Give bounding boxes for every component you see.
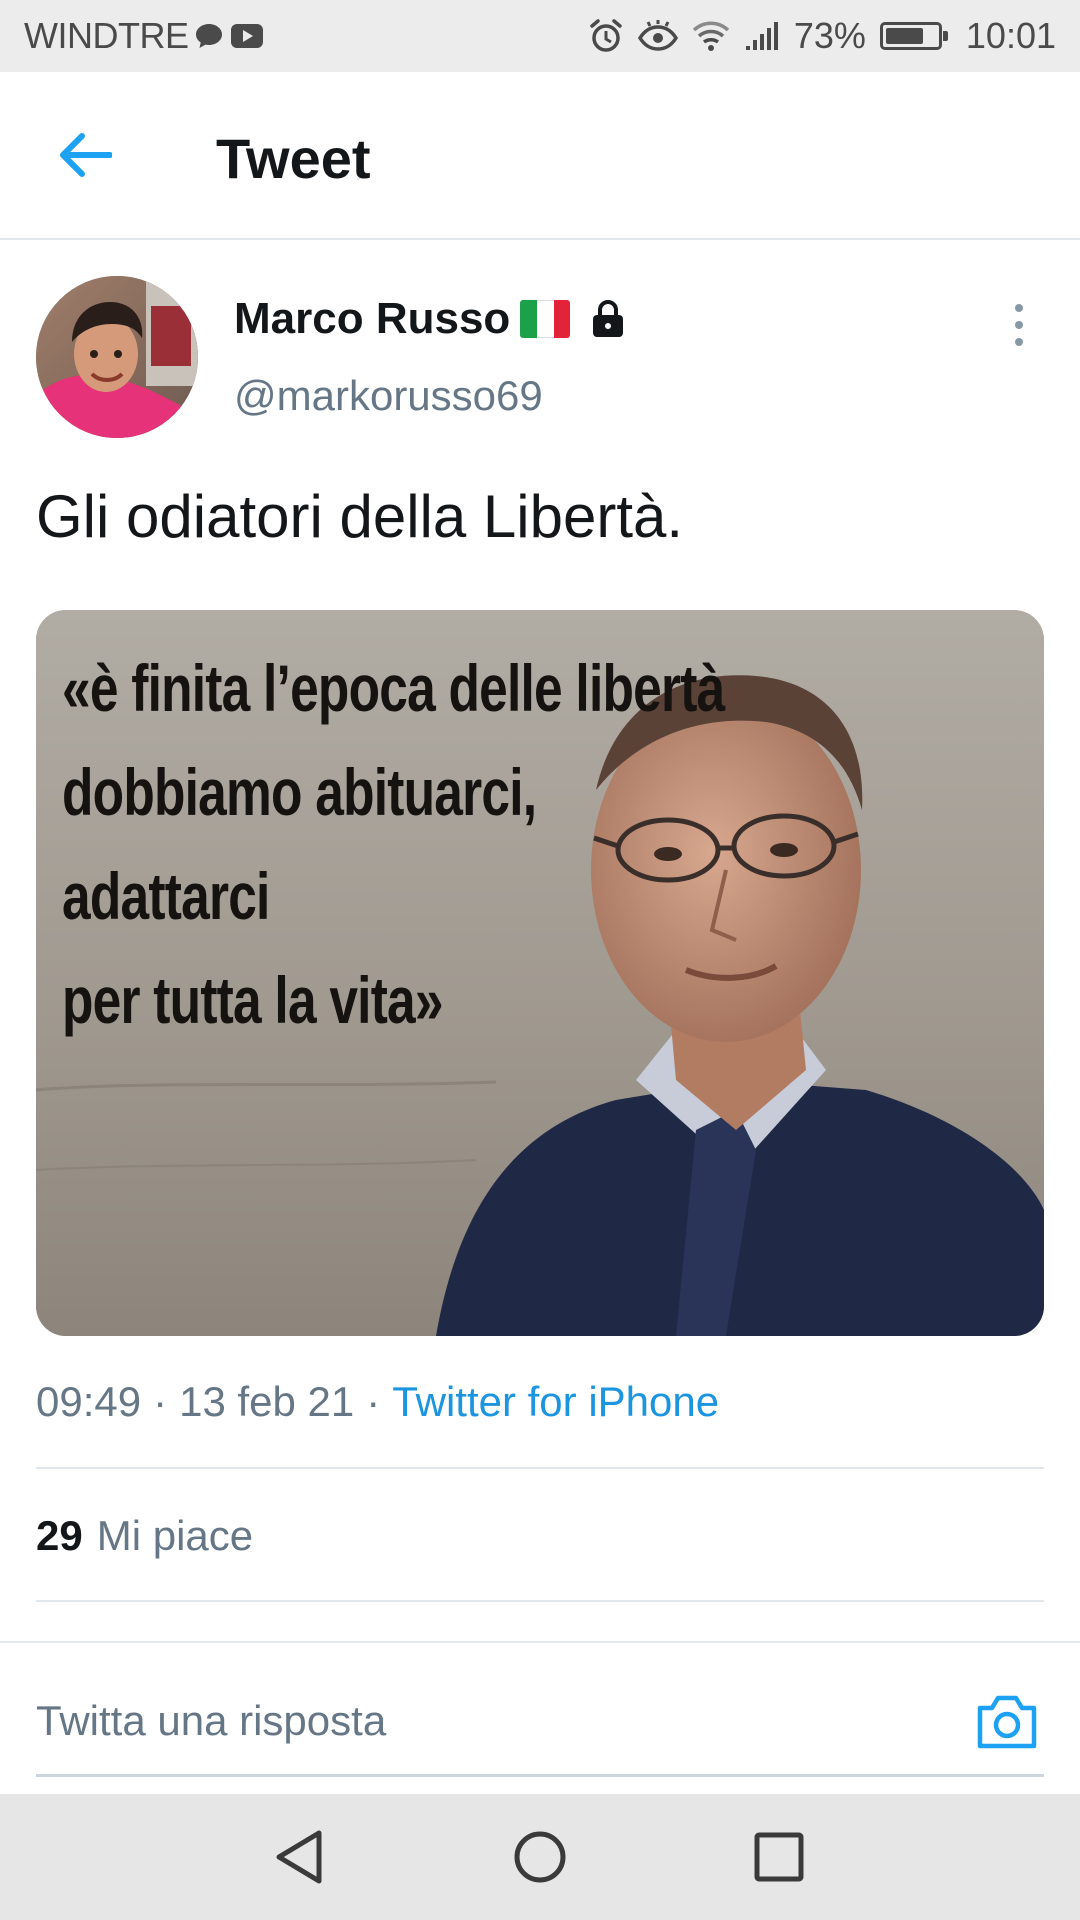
- chat-bubble-icon: [194, 22, 224, 50]
- nav-home-icon: [514, 1831, 566, 1883]
- wifi-icon: [692, 20, 730, 52]
- back-arrow-icon: [60, 133, 112, 177]
- avatar[interactable]: [36, 276, 198, 438]
- battery-fill: [885, 28, 923, 44]
- youtube-icon: [230, 23, 264, 49]
- status-bar-left: WINDTRE: [24, 0, 264, 72]
- system-navigation-bar: [0, 1794, 1080, 1920]
- top-app-bar: Tweet: [0, 72, 1080, 240]
- tweet-date: 13 feb 21: [179, 1378, 355, 1425]
- media-quote-line: adattarci: [62, 859, 270, 933]
- media-quote-line: per tutta la vita»: [62, 963, 444, 1037]
- carrier-label: WINDTRE: [24, 15, 189, 56]
- author-handle[interactable]: @markorusso69: [234, 372, 543, 420]
- divider: [36, 1600, 1044, 1602]
- more-options-button[interactable]: [1004, 298, 1034, 352]
- likes-label: Mi piace: [96, 1512, 254, 1559]
- reply-input-underline: [36, 1774, 1044, 1777]
- page-title: Tweet: [216, 127, 371, 190]
- more-dot-icon: [1015, 304, 1023, 312]
- status-bar: WINDTRE 73% 10:01: [0, 0, 1080, 72]
- reply-bar-divider: [0, 1641, 1080, 1643]
- tweet-media-image[interactable]: «è finita l’epoca delle libertà dobbiamo…: [36, 610, 1044, 1336]
- avatar-image: [36, 276, 198, 438]
- media-quote-line: «è finita l’epoca delle libertà: [62, 651, 725, 725]
- divider: [36, 1467, 1044, 1469]
- tweet-metadata: 09:49 · 13 feb 21 · Twitter for iPhone: [36, 1378, 719, 1426]
- media-quote-line: dobbiamo abituarci,: [62, 755, 537, 829]
- italy-flag-icon: [520, 300, 571, 338]
- author-name: Marco Russo: [234, 294, 511, 343]
- camera-button[interactable]: [976, 1692, 1038, 1750]
- battery-icon: [879, 22, 948, 50]
- author-name-row[interactable]: Marco Russo: [234, 294, 626, 344]
- more-dot-icon: [1015, 338, 1023, 346]
- status-time: 10:01: [965, 15, 1056, 56]
- signal-icon: [744, 20, 780, 52]
- tweet-text: Gli odiatori della Libertà.: [36, 483, 684, 550]
- back-button[interactable]: [52, 122, 118, 188]
- nav-recents-button[interactable]: [746, 1824, 812, 1890]
- nav-back-button[interactable]: [266, 1824, 332, 1890]
- status-bar-right: 73% 10:01: [588, 0, 1056, 72]
- tweet-source-link[interactable]: Twitter for iPhone: [392, 1378, 719, 1426]
- media-quote-text: «è finita l’epoca delle libertà dobbiamo…: [62, 636, 725, 1052]
- meta-separator: ·: [366, 1378, 381, 1425]
- likes-stat[interactable]: 29 Mi piace: [36, 1512, 253, 1560]
- battery-percent: 73%: [793, 15, 866, 56]
- lock-icon: [590, 299, 626, 339]
- eye-comfort-icon: [637, 20, 678, 52]
- reply-input[interactable]: Twitta una risposta: [36, 1690, 936, 1752]
- likes-count: 29: [36, 1512, 83, 1559]
- more-dot-icon: [1015, 321, 1023, 329]
- nav-recents-icon: [754, 1832, 804, 1882]
- alarm-icon: [588, 18, 624, 54]
- meta-separator: ·: [153, 1378, 168, 1425]
- nav-home-button[interactable]: [507, 1824, 573, 1890]
- camera-icon: [977, 1695, 1037, 1749]
- nav-back-icon: [276, 1830, 322, 1884]
- tweet-time: 09:49: [36, 1378, 142, 1425]
